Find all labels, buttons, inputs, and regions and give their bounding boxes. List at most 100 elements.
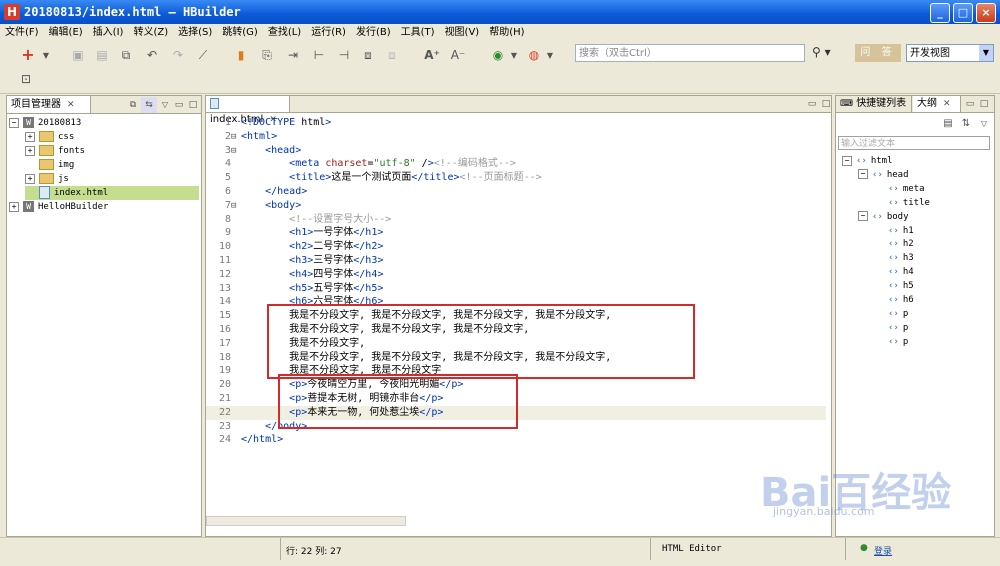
expander-icon[interactable]: − [858,211,868,222]
outline-item-p[interactable]: ‹› p [874,321,908,335]
ask-button[interactable]: 问 答 [855,44,901,62]
code-line[interactable]: 12 <h4>四号字体</h4> [206,268,826,282]
run-icon[interactable]: ⧈ [360,47,376,63]
save-icon[interactable]: ▣ [70,47,86,63]
collapse-all-icon[interactable]: ▤ [940,116,956,132]
maximize-panel-icon[interactable]: □ [976,96,992,112]
maximize-panel-icon[interactable]: □ [185,97,201,113]
browser-dropdown-icon[interactable]: ▼ [542,48,558,64]
misc-tool-icon[interactable]: ⊡ [18,71,34,87]
tree-item-hellohbuilder[interactable]: + W HelloHBuilder [9,200,199,214]
tab-outline[interactable]: 大纲 ✕ [913,96,961,112]
outline-item-h6[interactable]: ‹› h6 [874,293,914,307]
expander-icon[interactable]: + [9,201,19,212]
horizontal-scrollbar[interactable] [206,516,406,526]
code-line[interactable]: 5 <title>这是一个测试页面</title><!--页面标题--> [206,171,826,185]
tree-item-js[interactable]: + js [25,172,199,186]
login-link[interactable]: 登录 [874,544,892,557]
expander-icon[interactable]: − [858,169,868,180]
code-editor[interactable]: index.html ✕ ▭ □ 1 <!DOCTYPE html> 2 ⊟ <html>… [205,95,832,537]
close-icon[interactable]: ✕ [943,99,951,109]
font-decrease-icon[interactable]: A⁻ [450,47,466,63]
code-line[interactable]: 24 </html> [206,433,826,447]
maximize-panel-icon[interactable]: □ [818,96,834,112]
code-line[interactable]: 11 <h3>三号字体</h3> [206,254,826,268]
outline-item-html[interactable]: − ‹› html [842,154,893,168]
menu-item-2[interactable]: 插入(I) [88,24,129,41]
expander-icon[interactable]: − [842,155,852,166]
sort-icon[interactable]: ⇅ [958,116,974,132]
menu-item-11[interactable]: 帮助(H) [484,24,529,41]
fold-icon[interactable]: ⊟ [231,130,239,144]
tree-item-20180813[interactable]: − W 20180813 [9,116,199,130]
fold-icon[interactable]: ⊟ [231,144,239,158]
preview-icon[interactable]: ◉ [490,47,506,63]
save-all-icon[interactable]: ▤ [94,47,110,63]
outline-item-title[interactable]: ‹› title [874,196,930,210]
view-menu-icon[interactable]: ▽ [976,116,992,132]
menu-item-1[interactable]: 编辑(E) [44,24,88,41]
expander-icon[interactable]: + [25,173,35,184]
new-file-icon[interactable]: ⎘ [259,47,275,63]
expander-icon[interactable]: − [9,117,19,128]
outline-item-p[interactable]: ‹› p [874,335,908,349]
code-line[interactable]: 4 <meta charset="utf-8" /><!--编码格式--> [206,157,826,171]
tab-project-manager[interactable]: 项目管理器 ✕ [7,96,91,113]
minimize-button[interactable]: _ [930,3,950,23]
expander-icon[interactable]: + [25,131,35,142]
menu-item-8[interactable]: 发行(B) [351,24,396,41]
code-line[interactable]: 2 ⊟ <html> [206,130,826,144]
code-line[interactable]: 13 <h5>五号字体</h5> [206,282,826,296]
outline-item-h1[interactable]: ‹› h1 [874,224,914,238]
menu-item-9[interactable]: 工具(T) [396,24,440,41]
tree-item-img[interactable]: img [25,158,199,172]
format-icon[interactable]: ⟋ [195,47,211,63]
outline-item-p[interactable]: ‹› p [874,307,908,321]
menu-item-3[interactable]: 转义(Z) [128,24,173,41]
menu-item-5[interactable]: 跳转(G) [217,24,263,41]
outline-item-meta[interactable]: ‹› meta [874,182,925,196]
code-line[interactable]: 8 <!--设置字号大小--> [206,213,826,227]
tab-index-html[interactable]: index.html ✕ [206,96,290,125]
menu-item-6[interactable]: 查找(L) [263,24,306,41]
outline-filter-input[interactable]: 输入过滤文本 [838,136,990,150]
code-line[interactable]: 6 </head> [206,185,826,199]
preview-dropdown-icon[interactable]: ▼ [506,48,522,64]
tree-item-index-html[interactable]: index.html [25,186,199,200]
outline-item-h3[interactable]: ‹› h3 [874,251,914,265]
outline-item-h2[interactable]: ‹› h2 [874,237,914,251]
collapse-icon[interactable]: ⧉ [125,97,141,113]
code-line[interactable]: 10 <h2>二号字体</h2> [206,240,826,254]
code-line[interactable]: 1 <!DOCTYPE html> [206,116,826,130]
outline-item-h5[interactable]: ‹› h5 [874,279,914,293]
close-icon[interactable]: ✕ [67,100,75,110]
new-icon[interactable]: + [20,47,36,63]
expander-icon[interactable]: + [25,145,35,156]
outline-item-head[interactable]: − ‹› head [858,168,909,182]
maximize-button[interactable]: □ [953,3,973,23]
outline-item-body[interactable]: − ‹› body [858,210,909,224]
view-select[interactable]: 开发视图 ▼ [906,44,994,62]
next-edit-icon[interactable]: ⊣ [336,47,352,63]
history-icon[interactable]: ⧉ [118,47,134,63]
menu-item-10[interactable]: 视图(V) [440,24,485,41]
bookmark-icon[interactable]: ▮ [233,47,249,63]
import-icon[interactable]: ⇥ [285,47,301,63]
menu-item-7[interactable]: 运行(R) [306,24,351,41]
code-line[interactable]: 7 ⊟ <body> [206,199,826,213]
outline-item-h4[interactable]: ‹› h4 [874,265,914,279]
disabled-icon[interactable]: ⧈ [384,47,400,63]
redo-icon[interactable]: ↷ [170,47,186,63]
tab-shortcut-list[interactable]: ⌨ 快捷键列表 [836,96,912,112]
menu-item-4[interactable]: 选择(S) [173,24,217,41]
code-line[interactable]: 3 ⊟ <head> [206,144,826,158]
new-dropdown-icon[interactable]: ▼ [38,48,54,64]
search-icon[interactable]: ⚲ ▾ [812,45,831,59]
tree-item-fonts[interactable]: + fonts [25,144,199,158]
prev-edit-icon[interactable]: ⊢ [311,47,327,63]
link-editor-icon[interactable]: ⇆ [141,97,157,113]
chrome-icon[interactable]: ◍ [526,47,542,63]
font-increase-icon[interactable]: A⁺ [424,47,440,63]
code-line[interactable]: 9 <h1>一号字体</h1> [206,226,826,240]
undo-icon[interactable]: ↶ [144,47,160,63]
